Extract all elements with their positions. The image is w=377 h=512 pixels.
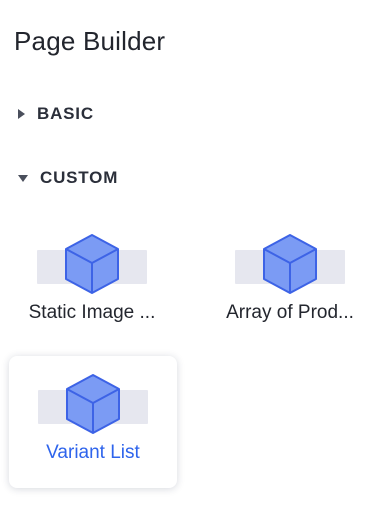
cube-icon	[66, 374, 120, 434]
cube-icon	[65, 234, 119, 294]
section-basic-label: BASIC	[37, 104, 94, 123]
component-tile-array-of-products[interactable]: Array of Prod...	[206, 216, 374, 348]
tile-label: Variant List	[46, 442, 140, 463]
caret-right-icon	[18, 109, 25, 119]
caret-down-icon	[18, 174, 28, 182]
panel-title: Page Builder	[14, 26, 166, 56]
section-custom-label: CUSTOM	[40, 168, 119, 187]
component-tile-variant-list[interactable]: Variant List	[9, 356, 177, 488]
tile-label: Array of Prod...	[226, 302, 354, 323]
tile-label: Static Image ...	[28, 302, 156, 323]
section-custom-toggle[interactable]: CUSTOM	[18, 168, 118, 188]
section-basic-toggle[interactable]: BASIC	[18, 104, 94, 124]
cube-icon	[263, 234, 317, 294]
component-tile-static-image[interactable]: Static Image ...	[8, 216, 176, 348]
